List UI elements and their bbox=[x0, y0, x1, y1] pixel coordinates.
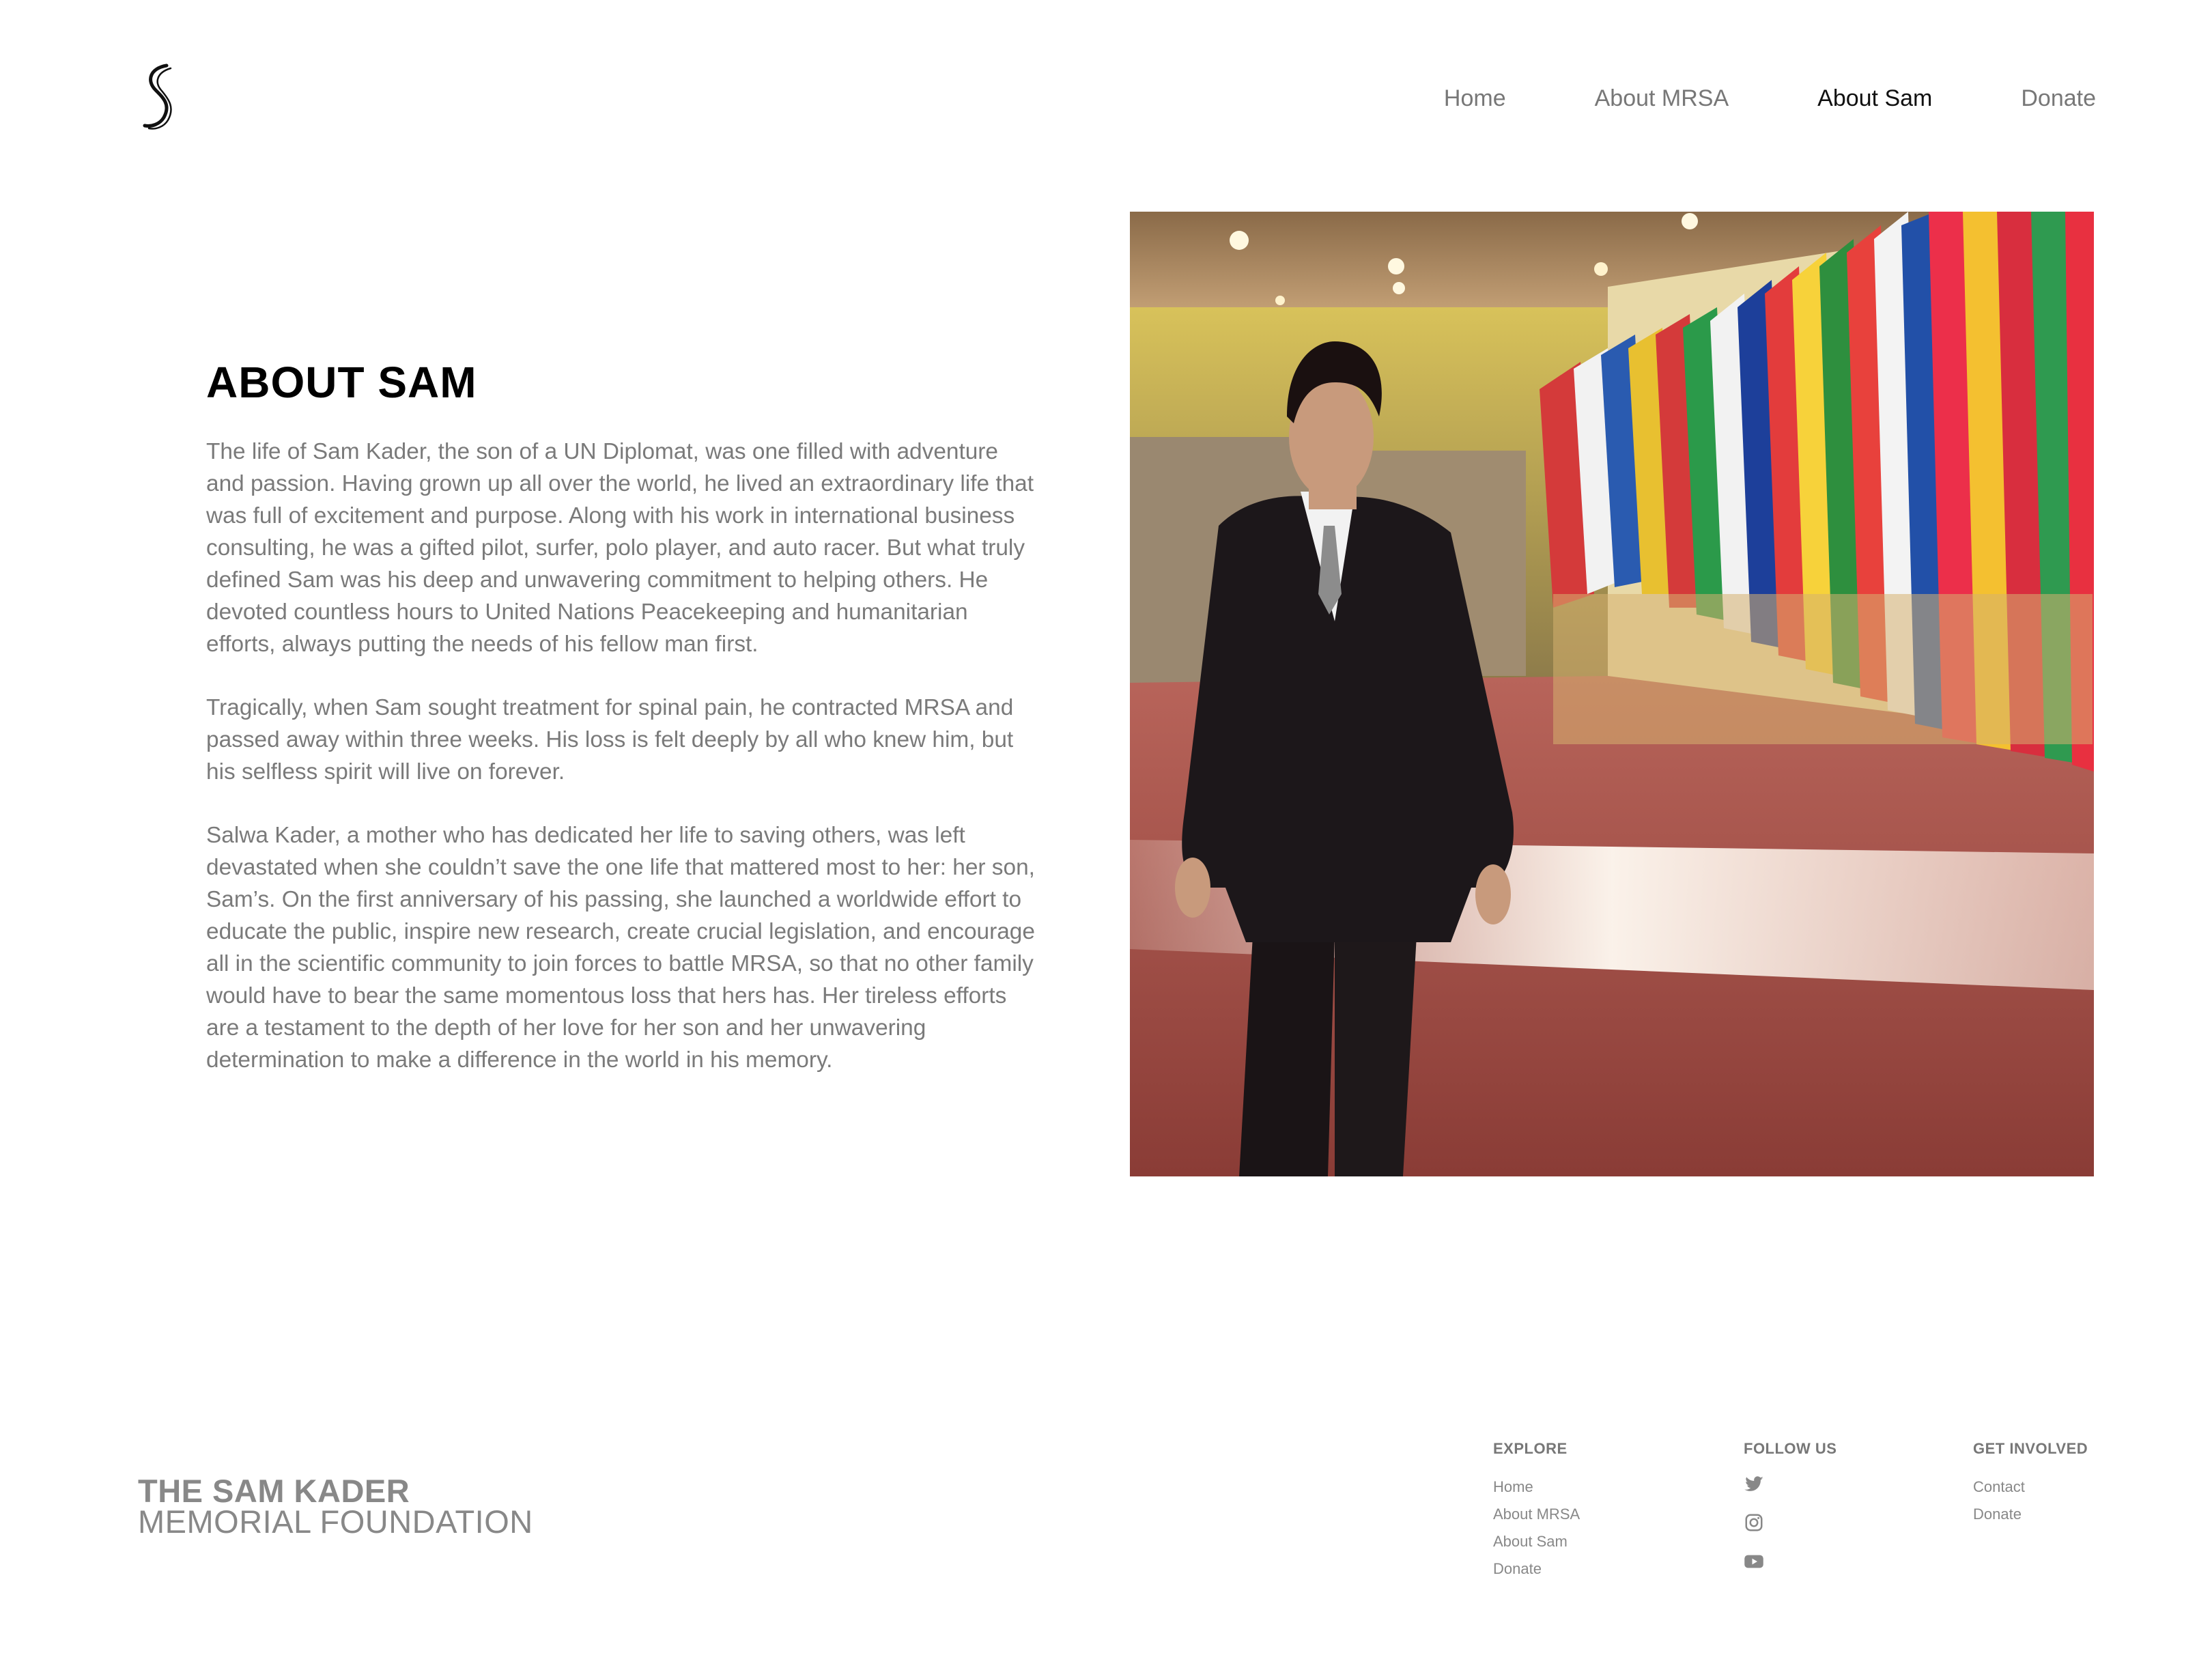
explore-heading: EXPLORE bbox=[1493, 1440, 1568, 1457]
footer-link-contact[interactable]: Contact bbox=[1973, 1473, 2088, 1501]
photo-illustration bbox=[1130, 212, 2094, 1176]
instagram-icon[interactable] bbox=[1744, 1512, 1764, 1533]
footer-link-donate[interactable]: Donate bbox=[1493, 1555, 1580, 1583]
twitter-icon[interactable] bbox=[1744, 1473, 1764, 1494]
youtube-icon[interactable] bbox=[1744, 1551, 1764, 1572]
site-header: Home About MRSA About Sam Donate bbox=[0, 0, 2212, 198]
about-paragraph-2: Tragically, when Sam sought treatment fo… bbox=[206, 695, 1014, 785]
page-title: ABOUT SAM bbox=[206, 358, 477, 407]
footer-link-about-sam[interactable]: About Sam bbox=[1493, 1528, 1580, 1555]
get-involved-heading: GET INVOLVED bbox=[1973, 1440, 2088, 1457]
footer-link-home[interactable]: Home bbox=[1493, 1473, 1580, 1501]
main-nav: Home About MRSA About Sam Donate bbox=[1355, 81, 2096, 116]
foundation-name-line1: THE SAM KADER bbox=[138, 1473, 410, 1509]
about-paragraph-1: The life of Sam Kader, the son of a UN D… bbox=[206, 439, 1034, 657]
nav-donate[interactable]: Donate bbox=[2021, 81, 2096, 116]
footer-explore: EXPLORE Home About MRSA About Sam Donate bbox=[1493, 1437, 1580, 1583]
foundation-name-line2: MEMORIAL FOUNDATION bbox=[138, 1503, 533, 1540]
nav-about-mrsa[interactable]: About MRSA bbox=[1595, 81, 1729, 116]
foundation-name: THE SAM KADER MEMORIAL FOUNDATION bbox=[138, 1473, 533, 1540]
follow-heading: FOLLOW US bbox=[1744, 1440, 1837, 1457]
footer-get-involved: GET INVOLVED Contact Donate bbox=[1973, 1437, 2088, 1528]
about-paragraph-3: Salwa Kader, a mother who has dedicated … bbox=[206, 823, 1035, 1073]
footer-follow: FOLLOW US bbox=[1744, 1437, 1837, 1590]
s-logo-icon[interactable] bbox=[137, 63, 184, 131]
about-section: ABOUT SAM The life of Sam Kader, the son… bbox=[206, 355, 1039, 1107]
footer-link-about-mrsa[interactable]: About MRSA bbox=[1493, 1501, 1580, 1528]
sam-photo bbox=[1130, 212, 2094, 1176]
nav-home[interactable]: Home bbox=[1444, 81, 1506, 116]
footer-link-donate-2[interactable]: Donate bbox=[1973, 1501, 2088, 1528]
nav-about-sam[interactable]: About Sam bbox=[1817, 81, 1932, 116]
